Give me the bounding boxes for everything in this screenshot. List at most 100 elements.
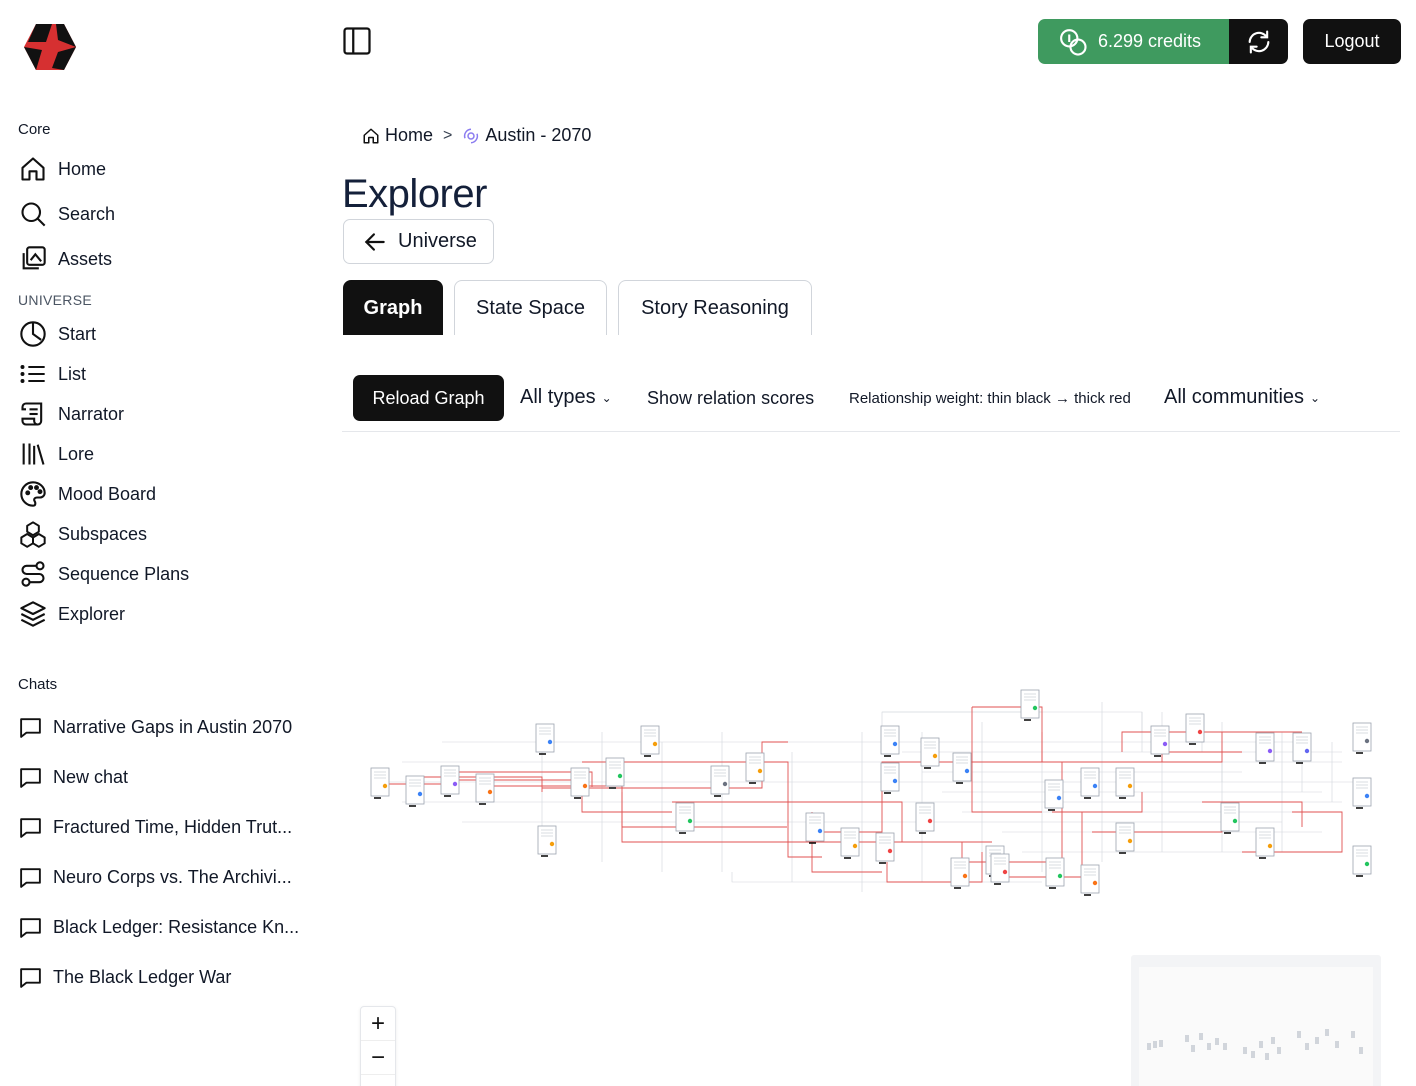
graph-node[interactable] [840,827,860,859]
sidebar-item-narrator[interactable]: Narrator [18,398,124,430]
chat-title: Black Ledger: Resistance Kn... [53,916,300,937]
graph-node[interactable] [880,762,900,794]
types-dropdown[interactable]: All types ⌄ [520,386,612,409]
graph-node[interactable] [1020,689,1040,721]
chat-item[interactable]: New chat [18,762,128,792]
graph-node[interactable] [1220,802,1240,834]
graph-node[interactable] [920,737,940,769]
graph-node[interactable] [875,832,895,864]
graph-node[interactable] [915,802,935,834]
chat-item[interactable]: Fractured Time, Hidden Trut... [18,812,292,842]
sidebar-item-sequence-plans[interactable]: Sequence Plans [18,558,189,590]
graph-node[interactable] [952,752,972,784]
communities-dropdown[interactable]: All communities ⌄ [1164,386,1320,409]
graph-node[interactable] [675,802,695,834]
graph-node[interactable] [1045,857,1065,889]
graph-node[interactable] [475,773,495,805]
graph-node[interactable] [440,765,460,797]
sidebar-item-label: Lore [58,443,95,464]
credits-amount: 6.299 credits [1098,31,1202,51]
graph-node[interactable] [537,825,557,857]
sidebar-item-label: Search [58,203,116,224]
sidebar-item-label: Narrator [58,403,125,424]
graph-minimap[interactable] [1131,955,1381,1086]
clock-icon [18,319,48,349]
graph-node[interactable] [370,767,390,799]
graph-node[interactable] [880,725,900,757]
sidebar-item-label: Sequence Plans [58,563,190,584]
chevron-right-icon: > [443,126,453,144]
sidebar-item-start[interactable]: Start [18,318,96,350]
graph-node[interactable] [535,723,555,755]
palette-icon [18,479,48,509]
app-logo[interactable] [22,22,78,72]
chat-bubble-icon [18,964,44,990]
chat-title: Narrative Gaps in Austin 2070 [53,716,293,737]
sidebar-item-mood-board[interactable]: Mood Board [18,478,156,510]
tab-story-reasoning[interactable]: Story Reasoning [618,280,812,335]
sidebar-toggle-icon[interactable] [342,26,372,56]
breadcrumb-home[interactable]: Home [362,125,433,146]
sidebar-item-explorer[interactable]: Explorer [18,598,125,630]
universe-icon [464,128,479,143]
layers-icon [18,599,48,629]
chat-item[interactable]: Black Ledger: Resistance Kn... [18,912,299,942]
refresh-credits-button[interactable] [1229,19,1288,64]
chats-section-label: Chats [18,676,58,693]
graph-node[interactable] [950,857,970,889]
sidebar-item-home[interactable]: Home [18,153,106,185]
breadcrumb: Home > Austin - 2070 [362,125,591,146]
graph-node[interactable] [1044,779,1064,811]
sidebar-item-label: Start [58,323,97,344]
graph-node[interactable] [1115,822,1135,854]
graph-node[interactable] [605,757,625,789]
graph-node[interactable] [805,812,825,844]
sidebar-item-lore[interactable]: Lore [18,438,94,470]
graph-node[interactable] [745,752,765,784]
relationship-weight-legend: Relationship weight: thin black → thick … [849,390,1131,407]
chevron-down-icon: ⌄ [1310,390,1321,405]
graph-node[interactable] [640,725,660,757]
credits-display[interactable]: 6.299 credits [1038,19,1229,64]
sidebar-item-list[interactable]: List [18,358,86,390]
graph-node[interactable] [1352,722,1372,754]
graph-node[interactable] [1150,725,1170,757]
zoom-controls: + − [360,1006,396,1086]
graph-node[interactable] [990,853,1010,885]
chat-item[interactable]: The Black Ledger War [18,962,231,992]
graph-node[interactable] [1080,864,1100,896]
page-title: Explorer [342,172,487,216]
home-icon [18,154,48,184]
logout-button[interactable]: Logout [1303,19,1401,64]
reload-graph-button[interactable]: Reload Graph [353,375,504,421]
graph-node[interactable] [1115,767,1135,799]
sidebar-item-assets[interactable]: Assets [18,243,112,275]
graph-node[interactable] [570,767,590,799]
list-icon [18,359,48,389]
boxes-icon [18,519,48,549]
sidebar-item-subspaces[interactable]: Subspaces [18,518,147,550]
sidebar-item-search[interactable]: Search [18,198,115,230]
search-icon [18,199,48,229]
zoom-in-button[interactable]: + [361,1007,395,1041]
graph-node[interactable] [405,775,425,807]
chat-bubble-icon [18,914,44,940]
graph-node[interactable] [1255,732,1275,764]
graph-node[interactable] [1352,777,1372,809]
tab-state-space[interactable]: State Space [454,280,607,335]
graph-node[interactable] [1292,732,1312,764]
zoom-out-button[interactable]: − [361,1041,395,1075]
graph-node[interactable] [1255,827,1275,859]
communities-dropdown-value: All communities [1164,386,1305,408]
back-to-universe-button[interactable]: Universe [343,219,494,264]
chat-item[interactable]: Narrative Gaps in Austin 2070 [18,712,292,742]
graph-node[interactable] [1080,767,1100,799]
chat-item[interactable]: Neuro Corps vs. The Archivi... [18,862,292,892]
graph-node[interactable] [1185,713,1205,745]
breadcrumb-current[interactable]: Austin - 2070 [462,125,591,146]
graph-node[interactable] [710,765,730,797]
library-icon [18,439,48,469]
graph-node[interactable] [1352,845,1372,877]
tab-graph[interactable]: Graph [343,280,443,335]
show-relation-scores-toggle[interactable]: Show relation scores [647,388,814,409]
